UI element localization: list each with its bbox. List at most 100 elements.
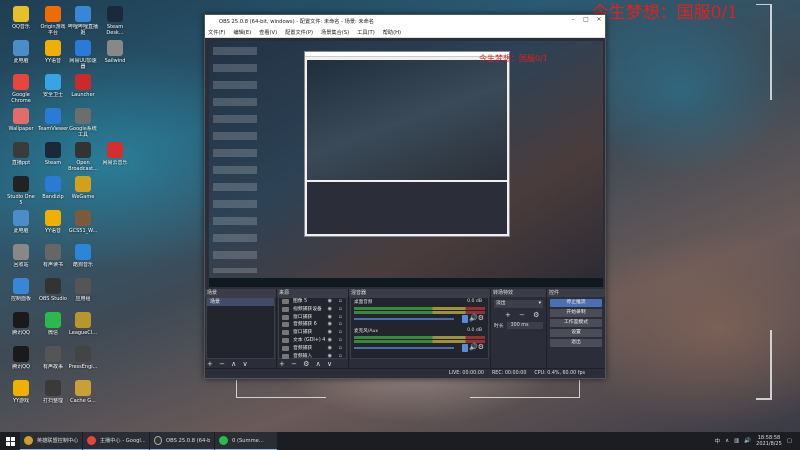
desktop-icon[interactable]: 控制面板 — [6, 278, 36, 308]
obs-titlebar[interactable]: OBS 25.0.8 (64-bit, windows) - 配置文件: 未命名… — [205, 15, 605, 27]
taskbar-app[interactable]: 0 (Summe... — [215, 432, 277, 450]
desktop-icon[interactable]: Google Chrome — [6, 74, 36, 104]
menu-edit[interactable]: 编辑(E) — [233, 29, 251, 36]
desktop-icon[interactable]: YY语音 — [38, 210, 68, 240]
volume-slider[interactable] — [354, 318, 454, 320]
desktop-icon[interactable]: Google系统工具 — [68, 108, 98, 138]
ime-indicator[interactable]: 中 — [715, 437, 721, 445]
desktop-icon[interactable]: Steam Desk... — [100, 6, 130, 36]
desktop-icon[interactable]: 腾讯QQ — [6, 346, 36, 376]
stop-streaming-button[interactable]: 停止推流 — [550, 299, 602, 307]
sources-list[interactable]: 图像 5 ◉ ▫ 视频捕获设备 ◉ ▫ 窗口捕获 ◉ ▫ 音频捕获 6 ◉ ▫ 窗口捕获 ◉ ▫ 文… — [278, 297, 347, 359]
lock-icon[interactable]: ▫ — [339, 345, 342, 353]
menu-help[interactable]: 帮助(H) — [383, 29, 401, 36]
scene-item[interactable]: 场景 — [207, 298, 274, 306]
duration-input[interactable]: 300 ms — [506, 322, 543, 329]
obs-window[interactable]: OBS 25.0.8 (64-bit, windows) - 配置文件: 未命名… — [204, 14, 606, 379]
desktop-icon[interactable]: PressEngi... — [68, 346, 98, 376]
exit-button[interactable]: 退出 — [550, 339, 602, 347]
lock-icon[interactable]: ▫ — [339, 298, 342, 306]
volume-slider[interactable] — [354, 347, 454, 349]
transition-select[interactable]: 淡出 ▾ — [494, 300, 543, 308]
menu-tools[interactable]: 工具(T) — [357, 29, 375, 36]
desktop-icon[interactable]: LeagueCl... — [68, 312, 98, 342]
desktop-icon[interactable]: TeamViewer — [38, 108, 68, 138]
desktop-icon[interactable]: YY游戏 — [6, 380, 36, 410]
menu-profile[interactable]: 配置文件(P) — [285, 29, 313, 36]
desktop-icon[interactable]: 有声故事 — [38, 346, 68, 376]
desktop-icon[interactable]: 微信 — [38, 312, 68, 342]
notification-icon[interactable]: ▢ — [787, 438, 792, 444]
desktop-icon[interactable]: Launcher — [68, 74, 98, 104]
desktop-icon[interactable]: 应用组 — [68, 278, 98, 308]
studio-mode-button[interactable]: 工作室模式 — [550, 319, 602, 327]
desktop-icon[interactable]: Bandizip — [38, 176, 68, 206]
volume-icon[interactable]: 🔊 — [744, 438, 751, 444]
maximize-icon[interactable]: □ — [580, 16, 592, 26]
desktop-icon[interactable]: 腾讯QQ — [6, 312, 36, 342]
transition-toolbar[interactable]: + − ⚙ — [505, 311, 546, 319]
desktop-icon[interactable]: Sailwind — [100, 40, 130, 70]
eye-icon[interactable]: ◉ — [328, 298, 332, 306]
scenes-list[interactable]: 场景 — [206, 297, 275, 359]
taskbar-app[interactable]: 英雄联盟控制中心 — [20, 432, 82, 450]
speaker-gear-icon[interactable]: 🔊⚙ — [469, 314, 484, 322]
close-icon[interactable]: ✕ — [593, 16, 605, 26]
desktop-icon[interactable]: OBS Studio — [38, 278, 68, 308]
lock-icon[interactable]: ▫ — [339, 321, 342, 329]
desktop-icon[interactable]: 网易云音乐 — [100, 142, 130, 172]
obs-preview[interactable]: 今生梦想：国服0/1 — [209, 41, 603, 287]
desktop-icon[interactable]: Wallpaper — [6, 108, 36, 138]
taskbar-clock[interactable]: 18:58:58 2021/8/25 — [756, 435, 782, 447]
tray-chevron-icon[interactable]: ∧ — [725, 438, 729, 444]
network-icon[interactable]: ▥ — [734, 438, 739, 444]
desktop-icon[interactable]: 打扫整理 — [38, 380, 68, 410]
eye-icon[interactable]: ◉ — [328, 345, 332, 353]
desktop-icon[interactable]: 回收站 — [6, 244, 36, 274]
eye-icon[interactable]: ◉ — [328, 306, 332, 314]
lock-icon[interactable]: ▫ — [339, 314, 342, 322]
source-item[interactable]: 视频捕获设备 ◉ ▫ — [279, 306, 346, 314]
source-item[interactable]: 窗口捕获 ◉ ▫ — [279, 314, 346, 322]
source-item[interactable]: 文本 (GDI+) 4 ◉ ▫ — [279, 337, 346, 345]
desktop-icon[interactable]: 网易UU加速器 — [68, 40, 98, 70]
menu-file[interactable]: 文件(F) — [208, 29, 225, 36]
taskbar-app[interactable]: OBS 25.0.8 (64-bi... — [150, 432, 214, 450]
lock-icon[interactable]: ▫ — [339, 329, 342, 337]
desktop-icon[interactable]: Steam — [38, 142, 68, 172]
settings-button[interactable]: 设置 — [550, 329, 602, 337]
volume-knob[interactable] — [462, 315, 468, 323]
desktop-icon[interactable]: 酷狗音乐 — [68, 244, 98, 274]
menu-scene-collection[interactable]: 场景集合(S) — [321, 29, 349, 36]
menu-view[interactable]: 查看(V) — [259, 29, 277, 36]
desktop-icon[interactable]: Open Broadcast... — [68, 142, 98, 172]
taskbar-app[interactable]: 主播中心 - Googl... — [83, 432, 149, 450]
lock-icon[interactable]: ▫ — [339, 306, 342, 314]
desktop-icon[interactable]: 此电脑 — [6, 40, 36, 70]
desktop-icon[interactable]: Cache G... — [68, 380, 98, 410]
desktop-icon[interactable]: Origin游戏平台 — [38, 6, 68, 36]
desktop-icon[interactable]: GCS51_W... — [68, 210, 98, 240]
desktop-icon[interactable]: YY语音 — [38, 40, 68, 70]
source-item[interactable]: 图像 5 ◉ ▫ — [279, 298, 346, 306]
speaker-gear-icon[interactable]: 🔊⚙ — [469, 343, 484, 351]
volume-knob[interactable] — [462, 344, 468, 352]
eye-icon[interactable]: ◉ — [328, 321, 332, 329]
start-button[interactable] — [0, 432, 20, 450]
desktop-icon[interactable]: Studio One 5 — [6, 176, 36, 206]
eye-icon[interactable]: ◉ — [328, 314, 332, 322]
source-item[interactable]: 音频捕获 ◉ ▫ — [279, 345, 346, 353]
desktop-icon[interactable]: 直播ppt — [6, 142, 36, 172]
source-item[interactable]: 窗口捕获 ◉ ▫ — [279, 329, 346, 337]
desktop-icon[interactable]: 此电脑 — [6, 210, 36, 240]
eye-icon[interactable]: ◉ — [328, 337, 332, 345]
desktop-icon[interactable]: 安全卫士 — [38, 74, 68, 104]
eye-icon[interactable]: ◉ — [328, 329, 332, 337]
desktop-icon[interactable]: 有声读书 — [38, 244, 68, 274]
source-item[interactable]: 音频捕获 6 ◉ ▫ — [279, 321, 346, 329]
lock-icon[interactable]: ▫ — [339, 337, 342, 345]
desktop-icon[interactable]: WeGame — [68, 176, 98, 206]
lock-icon[interactable]: ▫ — [339, 353, 342, 361]
desktop-icon[interactable]: QQ音乐 — [6, 6, 36, 36]
start-recording-button[interactable]: 开始录制 — [550, 309, 602, 317]
